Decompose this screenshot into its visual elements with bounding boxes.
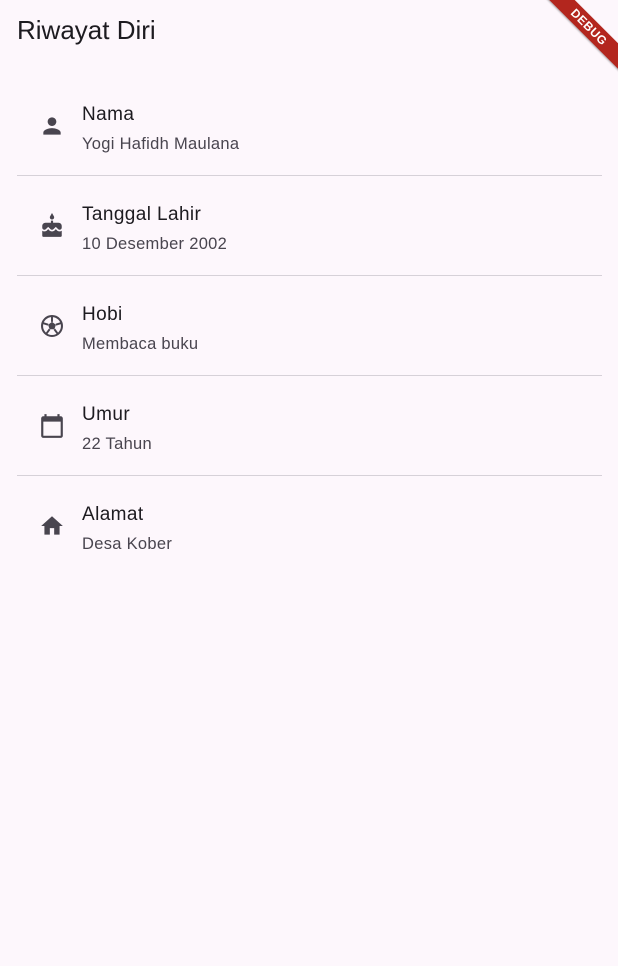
profile-list: Nama Yogi Hafidh Maulana Tanggal Lahir 1… [17, 76, 602, 575]
list-item-title: Umur [82, 404, 131, 425]
app-screen: Riwayat Diri DEBUG Nama Yogi Hafidh Maul… [0, 0, 618, 966]
calendar-icon [39, 413, 65, 439]
soccer-ball-icon [39, 313, 65, 339]
app-bar: Riwayat Diri [0, 0, 618, 64]
list-item-alamat: Alamat Desa Kober [17, 476, 602, 575]
list-item-title: Nama [82, 104, 135, 125]
list-item-subtitle: Desa Kober [82, 535, 173, 553]
list-item-subtitle: 22 Tahun [82, 435, 152, 453]
list-item-title: Tanggal Lahir [82, 204, 202, 225]
list-item-subtitle: Yogi Hafidh Maulana [82, 135, 240, 153]
list-item-title: Hobi [82, 304, 123, 325]
list-item-hobi: Hobi Membaca buku [17, 276, 602, 376]
home-icon [39, 513, 65, 539]
list-item-subtitle: 10 Desember 2002 [82, 235, 228, 253]
list-item-tanggal-lahir: Tanggal Lahir 10 Desember 2002 [17, 176, 602, 276]
cake-icon [39, 213, 65, 239]
list-item-subtitle: Membaca buku [82, 335, 199, 353]
list-item-umur: Umur 22 Tahun [17, 376, 602, 476]
person-icon [39, 113, 65, 139]
list-item-nama: Nama Yogi Hafidh Maulana [17, 76, 602, 176]
list-item-title: Alamat [82, 504, 144, 525]
page-title: Riwayat Diri [17, 15, 156, 45]
